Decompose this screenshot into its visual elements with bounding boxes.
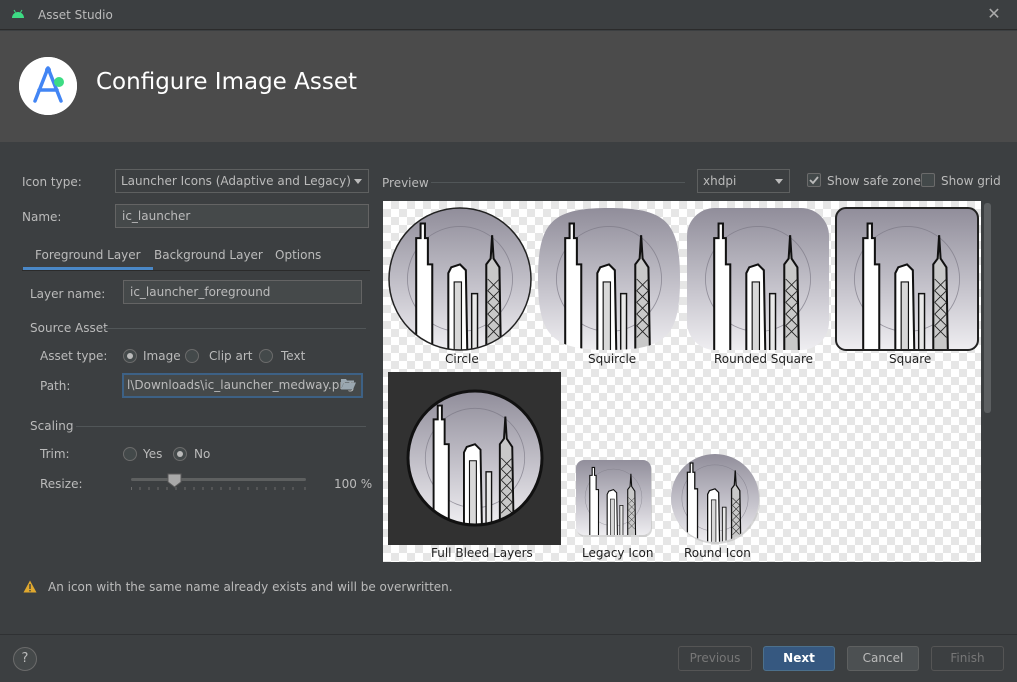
icon-type-value: Launcher Icons (Adaptive and Legacy): [121, 174, 351, 188]
density-dropdown[interactable]: xhdpi: [697, 169, 790, 193]
trim-no-label: No: [194, 447, 211, 461]
next-button[interactable]: Next: [763, 646, 835, 671]
tab-options[interactable]: Options: [263, 240, 333, 270]
trim-yes-radio[interactable]: [123, 447, 137, 461]
layer-name-label: Layer name:: [30, 287, 106, 301]
window-title: Asset Studio: [38, 8, 113, 22]
preview-divider: [431, 182, 685, 183]
preview-canvas: Circle Squircle Rounded Square Square Fu…: [383, 201, 994, 562]
rounded-square-caption: Rounded Square: [714, 352, 814, 366]
asset-type-image-label: Image: [143, 349, 181, 363]
previous-button[interactable]: Previous: [678, 646, 752, 671]
squircle-preview-icon: [538, 208, 680, 350]
rounded-square-preview-icon: [687, 208, 829, 350]
icon-type-label: Icon type:: [22, 175, 82, 189]
tab-foreground-layer[interactable]: Foreground Layer: [23, 240, 153, 270]
warning-icon: [23, 580, 37, 593]
tab-background-layer[interactable]: Background Layer: [142, 240, 275, 270]
finish-button[interactable]: Finish: [931, 646, 1004, 671]
show-grid-checkbox[interactable]: [921, 173, 935, 187]
warning-message: An icon with the same name already exist…: [48, 580, 453, 594]
full-bleed-preview-icon: [406, 389, 544, 527]
trim-label: Trim:: [40, 447, 70, 461]
icon-type-dropdown[interactable]: Launcher Icons (Adaptive and Legacy): [115, 169, 369, 193]
round-preview-icon: [671, 454, 760, 544]
resize-slider-track[interactable]: [131, 478, 306, 481]
square-caption: Square: [889, 352, 932, 366]
checkmark-icon: [809, 176, 819, 185]
title-bar: Asset Studio ✕: [0, 0, 1017, 30]
cancel-button[interactable]: Cancel: [847, 646, 919, 671]
circle-caption: Circle: [445, 352, 479, 366]
chevron-down-icon: [354, 179, 362, 184]
source-asset-heading: Source Asset: [30, 321, 108, 335]
resize-slider-thumb[interactable]: [167, 473, 182, 488]
legacy-preview-icon: [576, 460, 652, 537]
slider-ticks: [131, 487, 306, 490]
scaling-heading: Scaling: [30, 419, 74, 433]
asset-type-clipart-radio[interactable]: [185, 349, 199, 363]
square-preview-icon: [835, 207, 979, 351]
density-value: xhdpi: [703, 174, 737, 188]
section-divider: [104, 328, 366, 329]
chevron-down-icon: [775, 179, 783, 184]
round-caption: Round Icon: [684, 546, 751, 560]
layer-name-field[interactable]: ic_launcher_foreground: [123, 280, 362, 304]
legacy-caption: Legacy Icon: [582, 546, 654, 560]
squircle-caption: Squircle: [588, 352, 637, 366]
show-safe-zone-checkbox[interactable]: [807, 173, 821, 187]
path-value: l\Downloads\ic_launcher_medway.png: [127, 378, 355, 392]
name-label: Name:: [22, 210, 62, 224]
resize-value: 100 %: [334, 477, 373, 491]
trim-yes-label: Yes: [143, 447, 163, 461]
footer-divider: [0, 634, 1017, 635]
trim-no-radio[interactable]: [173, 447, 187, 461]
asset-type-image-radio[interactable]: [123, 349, 137, 363]
preview-scrollbar[interactable]: [981, 201, 994, 562]
asset-type-label: Asset type:: [40, 349, 108, 363]
resize-label: Resize:: [40, 477, 83, 491]
path-label: Path:: [40, 379, 71, 393]
tabs-divider: [22, 270, 370, 271]
asset-type-clipart-label: Clip art: [209, 349, 253, 363]
close-icon[interactable]: ✕: [985, 5, 1003, 23]
android-studio-logo: [19, 57, 77, 115]
path-field[interactable]: l\Downloads\ic_launcher_medway.png: [122, 373, 363, 398]
wizard-header: Configure Image Asset: [0, 31, 1017, 142]
asset-type-text-radio[interactable]: [259, 349, 273, 363]
name-field[interactable]: ic_launcher: [115, 204, 369, 228]
section-divider: [76, 426, 366, 427]
full-bleed-caption: Full Bleed Layers: [431, 546, 533, 560]
asset-type-text-label: Text: [281, 349, 306, 363]
folder-open-icon[interactable]: [341, 378, 356, 390]
preview-label: Preview: [382, 176, 429, 190]
page-title: Configure Image Asset: [96, 69, 357, 95]
show-grid-label: Show grid: [941, 174, 1001, 188]
help-button[interactable]: ?: [13, 647, 37, 671]
android-icon: [12, 9, 24, 18]
scrollbar-thumb[interactable]: [984, 203, 991, 413]
show-safe-zone-label: Show safe zone: [827, 174, 921, 188]
circle-preview-icon: [388, 207, 532, 351]
